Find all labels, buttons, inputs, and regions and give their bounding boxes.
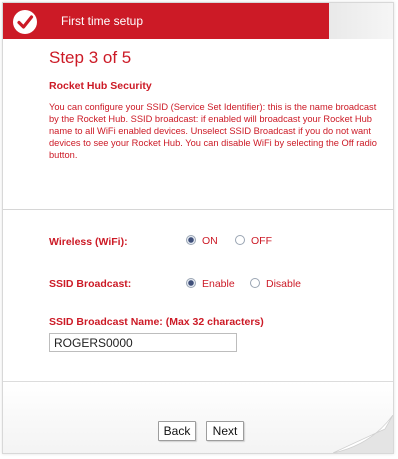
wireless-off-radio[interactable] — [235, 235, 245, 245]
divider — [3, 209, 393, 210]
setup-page: First time setup Step 3 of 5 Rocket Hub … — [2, 2, 394, 454]
back-button[interactable]: Back — [158, 421, 196, 441]
broadcast-enable-label[interactable]: Enable — [202, 278, 235, 290]
page-curl-decoration — [333, 415, 393, 453]
header-bar: First time setup — [3, 3, 329, 39]
ssid-broadcast-label: SSID Broadcast: — [49, 278, 132, 290]
wireless-on-radio[interactable] — [186, 235, 196, 245]
ssid-name-label: SSID Broadcast Name: (Max 32 characters) — [49, 316, 264, 328]
checkmark-icon — [13, 10, 37, 34]
header-fade — [329, 3, 393, 39]
broadcast-enable-radio[interactable] — [186, 278, 196, 288]
broadcast-disable-radio[interactable] — [250, 278, 260, 288]
broadcast-disable-label[interactable]: Disable — [266, 278, 301, 290]
step-title: Step 3 of 5 — [49, 48, 132, 67]
ssid-name-input[interactable] — [49, 333, 237, 352]
wireless-label: Wireless (WiFi): — [49, 236, 128, 248]
section-title: Rocket Hub Security — [49, 80, 152, 92]
next-button[interactable]: Next — [206, 421, 244, 441]
header-title: First time setup — [61, 14, 144, 28]
section-description: You can configure your SSID (Service Set… — [49, 102, 377, 160]
wireless-on-label[interactable]: ON — [202, 235, 218, 247]
wireless-off-label[interactable]: OFF — [251, 235, 272, 247]
